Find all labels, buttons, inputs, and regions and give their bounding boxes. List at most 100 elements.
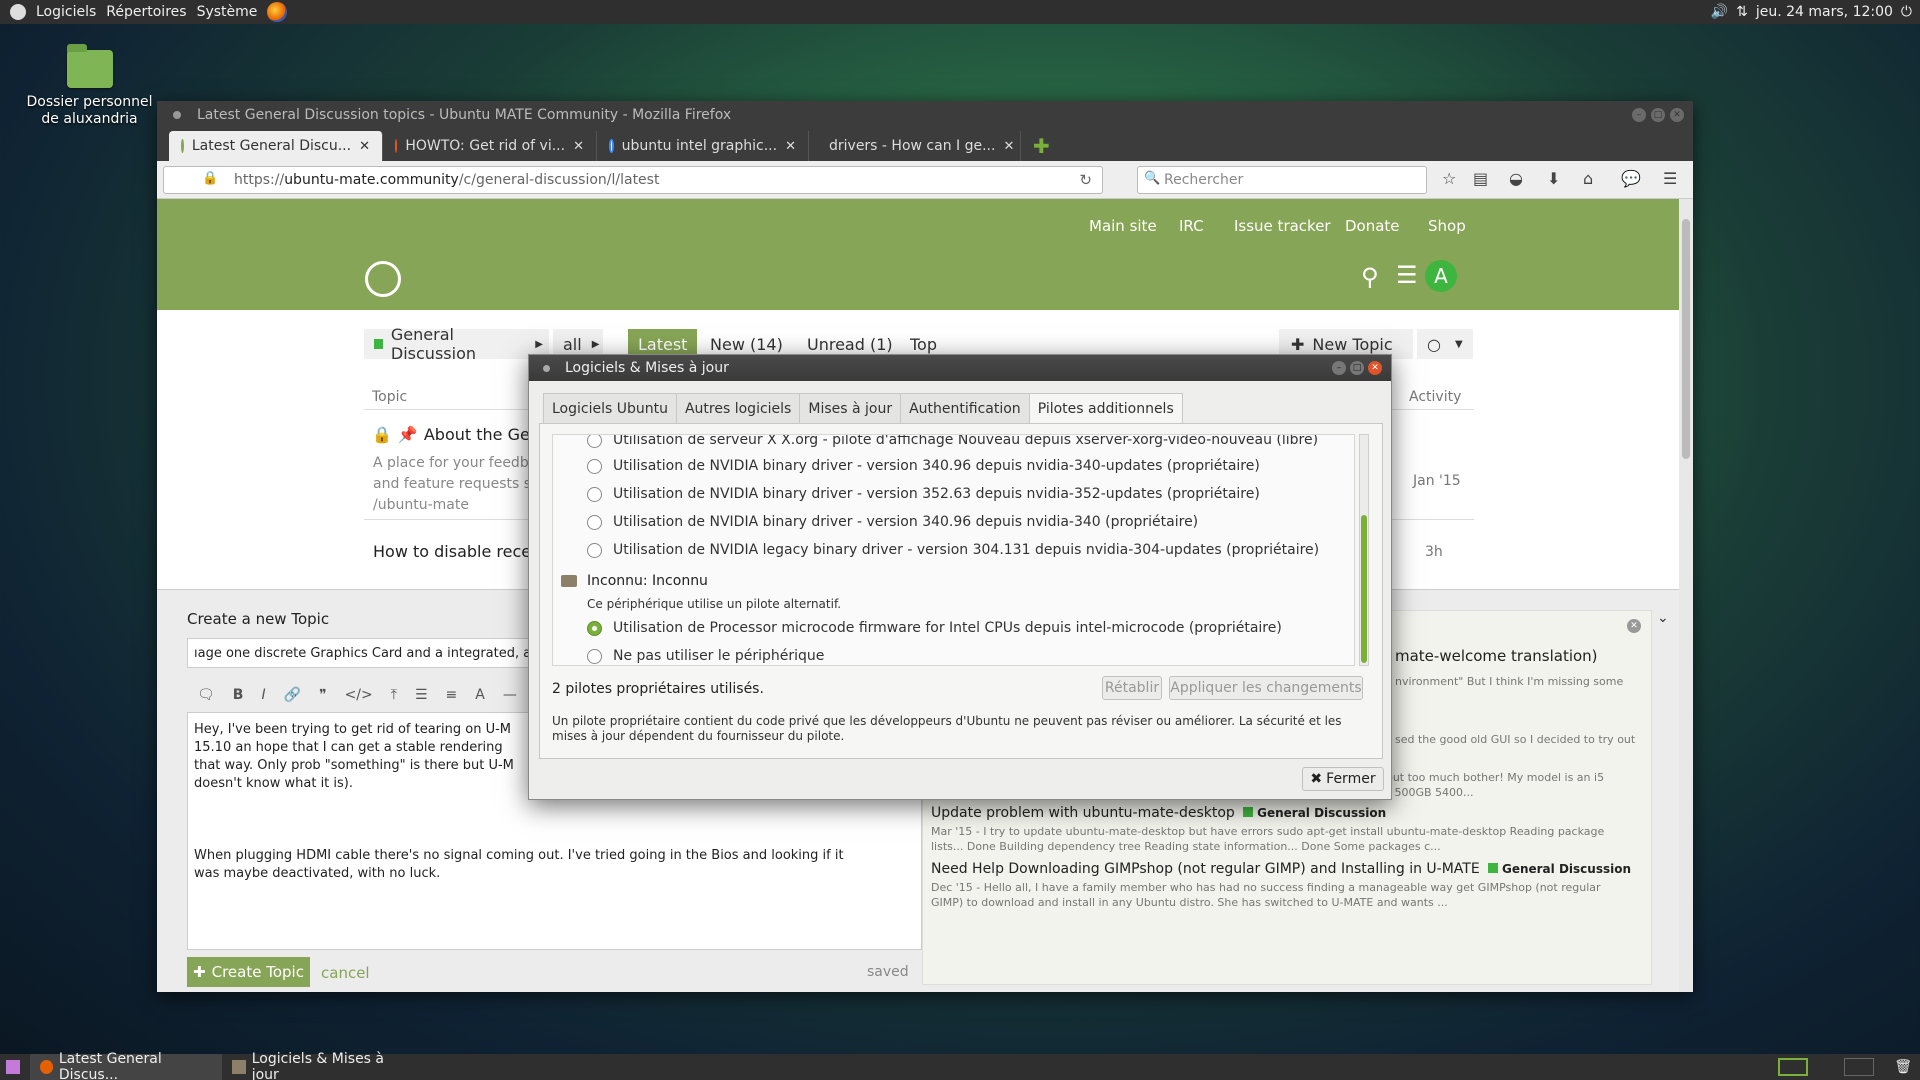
tab-other-software[interactable]: Autres logiciels	[675, 393, 801, 423]
window-menu-icon[interactable]	[173, 111, 181, 119]
similar-topic-item[interactable]: Update problem with ubuntu-mate-desktop …	[931, 805, 1631, 854]
numbered-list-icon[interactable]: ≡	[446, 687, 458, 703]
link-icon[interactable]: 🔗	[284, 687, 301, 703]
driver-list-scrollbar[interactable]	[1359, 434, 1369, 666]
driver-radio[interactable]	[587, 543, 602, 558]
driver-radio[interactable]	[587, 515, 602, 530]
close-icon[interactable]: ✕	[1368, 361, 1382, 375]
hamburger-icon[interactable]: ☰	[1396, 261, 1418, 289]
tab-latest-general[interactable]: Latest General Discu... ✕	[169, 131, 383, 161]
workspace-switcher-active[interactable]	[1778, 1058, 1809, 1076]
heading-icon[interactable]: A	[475, 687, 485, 703]
chat-icon[interactable]: 💬	[1621, 169, 1641, 188]
driver-option-label[interactable]: Utilisation de NVIDIA binary driver - ve…	[613, 458, 1260, 474]
tab-additional-drivers[interactable]: Pilotes additionnels	[1028, 393, 1183, 424]
trash-icon[interactable]: 🗑	[1894, 1059, 1912, 1075]
close-button[interactable]: ✖ Fermer	[1302, 767, 1384, 791]
hr-icon[interactable]: —	[503, 687, 517, 703]
reload-icon[interactable]: ↻	[1079, 171, 1092, 189]
driver-radio[interactable]	[587, 435, 602, 448]
revert-button[interactable]: Rétablir	[1102, 676, 1162, 700]
link-main-site[interactable]: Main site	[1089, 217, 1157, 235]
close-icon[interactable]: ✕	[1670, 108, 1684, 122]
scrollbar-thumb[interactable]	[1361, 515, 1367, 663]
notification-level-dropdown[interactable]: ○ ▼	[1417, 329, 1473, 359]
similar-topic-title[interactable]: mate-welcome translation)	[1395, 647, 1598, 665]
link-irc[interactable]: IRC	[1179, 217, 1204, 235]
clock[interactable]: jeu. 24 mars, 12:00	[1756, 4, 1893, 20]
taskbar-item-software-updates[interactable]: Logiciels & Mises à jour	[222, 1051, 422, 1080]
italic-icon[interactable]: I	[261, 687, 265, 703]
new-tab-button[interactable]: ✚	[1021, 131, 1062, 161]
power-icon[interactable]: ⏻	[1901, 4, 1912, 20]
close-tab-icon[interactable]: ✕	[359, 139, 370, 154]
create-topic-button[interactable]: ✚ Create Topic	[187, 957, 310, 987]
tab-howto[interactable]: HOWTO: Get rid of vi... ✕	[383, 131, 597, 161]
topic-activity[interactable]: Jan '15	[1413, 473, 1461, 489]
driver-option-label[interactable]: Ne pas utiliser le périphérique	[613, 648, 824, 664]
firefox-titlebar[interactable]: Latest General Discussion topics - Ubunt…	[157, 101, 1693, 129]
similar-topic-item[interactable]: Need Help Downloading GIMPshop (not regu…	[931, 861, 1631, 910]
maximize-icon[interactable]: □	[1350, 361, 1364, 375]
driver-option-label[interactable]: Utilisation de NVIDIA legacy binary driv…	[613, 542, 1319, 558]
window-menu-icon[interactable]	[543, 365, 550, 372]
driver-option-label[interactable]: Utilisation de Processor microcode firmw…	[613, 620, 1282, 636]
scrollbar-thumb[interactable]	[1682, 219, 1690, 459]
menu-places[interactable]: Répertoires	[106, 4, 186, 20]
quote-bubble-icon[interactable]: 🗨	[197, 687, 215, 703]
driver-radio-selected[interactable]	[587, 621, 602, 636]
search-input[interactable]: 🔍 Rechercher	[1137, 166, 1427, 194]
driver-option-label[interactable]: Utilisation de serveur X X.org - pilote …	[613, 435, 1318, 448]
reading-list-icon[interactable]: ▤	[1473, 169, 1488, 188]
ubuntu-mate-logo-icon[interactable]	[365, 261, 401, 297]
maximize-icon[interactable]: □	[1651, 108, 1665, 122]
driver-radio[interactable]	[587, 459, 602, 474]
download-icon[interactable]: ⬇	[1547, 169, 1560, 188]
close-tab-icon[interactable]: ✕	[785, 139, 796, 154]
blockquote-icon[interactable]: ❞	[319, 687, 327, 703]
tab-authentication[interactable]: Authentification	[900, 393, 1030, 423]
upload-icon[interactable]: ⤒	[391, 687, 397, 703]
mate-menu-icon[interactable]	[10, 4, 26, 20]
chevron-down-icon[interactable]: ⌄	[1657, 610, 1669, 626]
home-icon[interactable]: ⌂	[1583, 169, 1593, 188]
bookmark-star-icon[interactable]: ☆	[1442, 169, 1456, 188]
workspace-switcher[interactable]	[1844, 1058, 1875, 1076]
link-shop[interactable]: Shop	[1428, 217, 1466, 235]
bold-icon[interactable]: B	[233, 687, 244, 703]
close-tab-icon[interactable]: ✕	[573, 139, 584, 154]
close-icon[interactable]: ✕	[1627, 619, 1641, 633]
dialog-titlebar[interactable]: Logiciels & Mises à jour	[529, 355, 1391, 381]
tab-ubuntu-software[interactable]: Logiciels Ubuntu	[543, 393, 677, 423]
hamburger-menu-icon[interactable]: ☰	[1663, 169, 1677, 188]
minimize-icon[interactable]: –	[1632, 108, 1646, 122]
link-issue-tracker[interactable]: Issue tracker	[1234, 217, 1331, 235]
bullet-list-icon[interactable]: ☰	[415, 687, 428, 703]
pocket-icon[interactable]: ◒	[1509, 169, 1523, 188]
firefox-launcher-icon[interactable]	[267, 2, 288, 22]
cancel-link[interactable]: cancel	[321, 964, 370, 982]
desktop-home-folder[interactable]: Dossier personnel de aluxandria	[22, 44, 157, 128]
show-desktop-icon[interactable]	[6, 1060, 20, 1074]
driver-radio[interactable]	[587, 487, 602, 502]
taskbar-item-firefox[interactable]: Latest General Discus...	[30, 1051, 222, 1080]
tab-updates[interactable]: Mises à jour	[799, 393, 902, 423]
driver-radio[interactable]	[587, 649, 602, 664]
apply-changes-button[interactable]: Appliquer les changements	[1169, 676, 1363, 700]
topic-activity[interactable]: 3h	[1425, 544, 1443, 560]
url-bar[interactable]: 🔒 https://ubuntu-mate.community/c/genera…	[163, 166, 1103, 194]
network-icon[interactable]: ⇅	[1736, 4, 1748, 20]
avatar[interactable]: A	[1425, 260, 1457, 292]
page-scrollbar[interactable]	[1679, 199, 1693, 992]
menu-applications[interactable]: Logiciels	[36, 4, 96, 20]
link-donate[interactable]: Donate	[1345, 217, 1400, 235]
topic-row-disable-recent[interactable]: How to disable recent	[373, 542, 548, 561]
volume-icon[interactable]: 🔊	[1711, 4, 1728, 20]
driver-option-label[interactable]: Utilisation de NVIDIA binary driver - ve…	[613, 514, 1198, 530]
code-icon[interactable]: </>	[345, 687, 373, 703]
tab-drivers[interactable]: drivers - How can I ge... ✕	[809, 131, 1021, 161]
minimize-icon[interactable]: –	[1332, 361, 1346, 375]
search-icon[interactable]: ⚲	[1361, 263, 1379, 291]
driver-option-label[interactable]: Utilisation de NVIDIA binary driver - ve…	[613, 486, 1260, 502]
menu-system[interactable]: Système	[197, 4, 258, 20]
